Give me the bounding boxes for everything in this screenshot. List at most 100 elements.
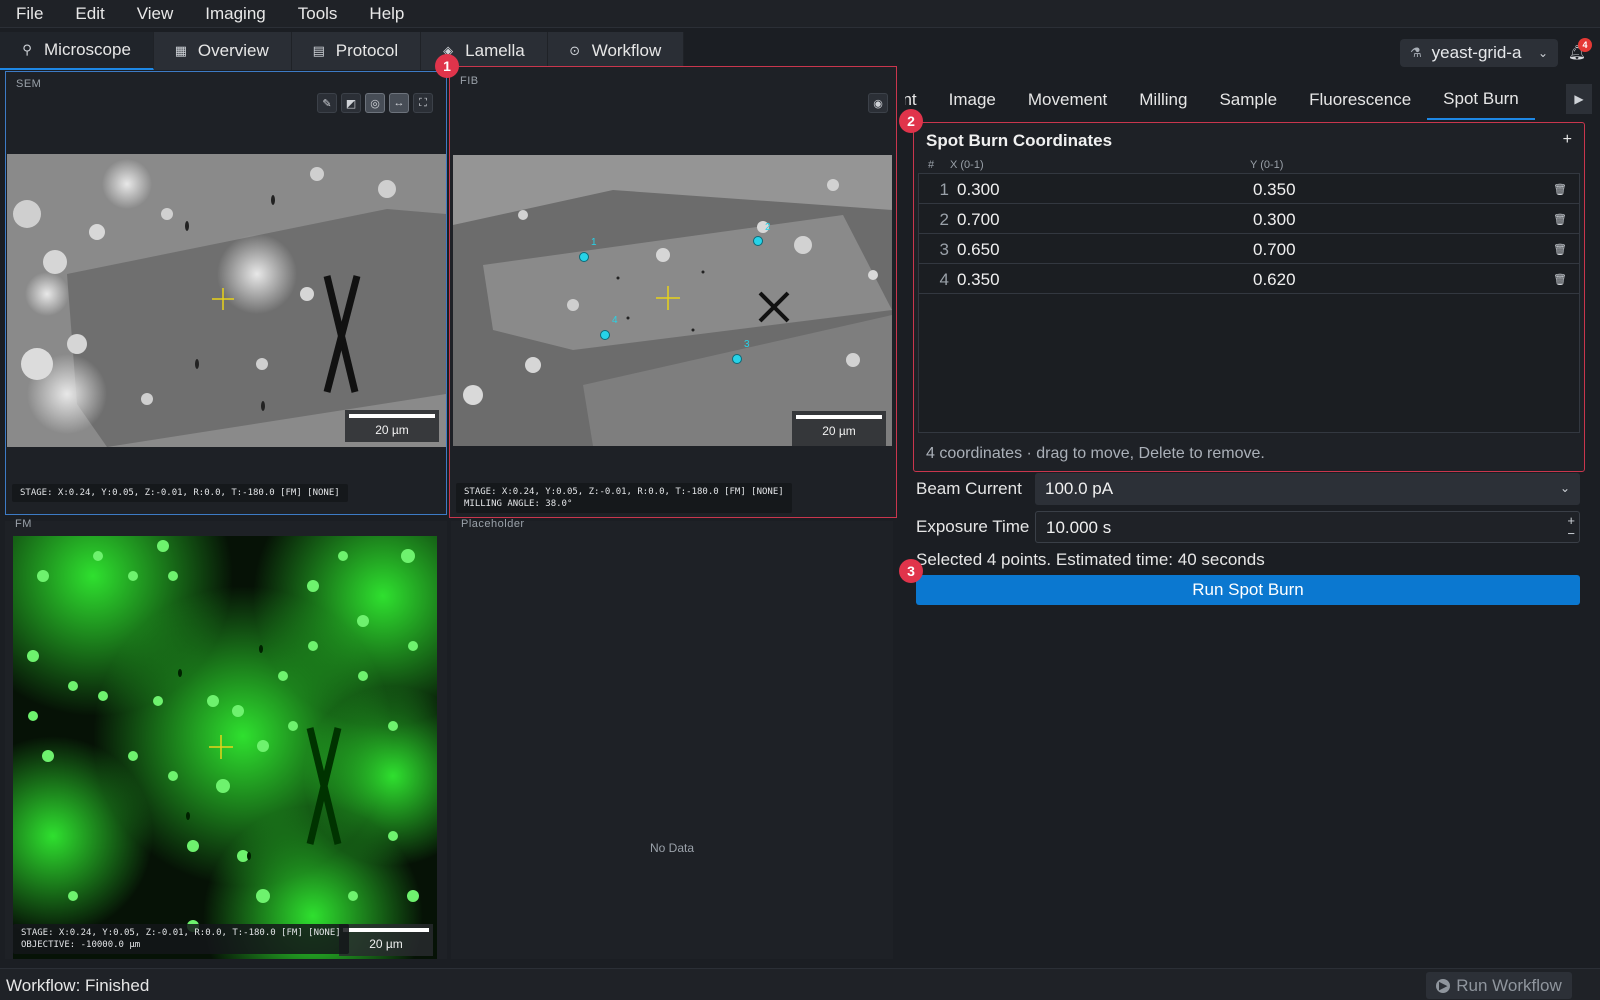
fit-view-icon[interactable]: ⛶ (413, 93, 433, 113)
column-header-x: X (0-1) (950, 159, 984, 171)
tab-sample[interactable]: Sample (1203, 80, 1293, 120)
trash-icon[interactable]: 🗑︎ (1553, 243, 1567, 256)
contrast-icon[interactable]: ◩ (341, 93, 361, 113)
pencil-icon[interactable]: ✎ (317, 93, 337, 113)
tab-fluorescence[interactable]: Fluorescence (1293, 80, 1427, 120)
fm-image[interactable]: 20 µm STAGE: X:0.24, Y:0.05, Z:-0.01, R:… (13, 536, 437, 959)
decrement-icon[interactable]: − (1567, 527, 1575, 540)
scale-bar-label: 20 µm (369, 937, 403, 951)
add-coordinate-button[interactable]: + (1563, 131, 1572, 149)
scale-bar-line (349, 414, 435, 418)
fib-viewer[interactable]: FIB ◉ 1 2 3 4 20 µm STAGE: X:0.24, Y:0.0… (449, 66, 897, 518)
sem-image[interactable]: 20 µm (7, 154, 446, 447)
fm-image-content (13, 536, 437, 959)
project-selector[interactable]: ⚗ yeast-grid-a ⌄ (1400, 39, 1558, 67)
y-value[interactable]: 0.350 (1253, 180, 1296, 200)
exposure-time-input[interactable]: 10.000 s + − (1035, 511, 1580, 543)
tab-overview[interactable]: ▦ Overview (153, 32, 292, 70)
y-value[interactable]: 0.620 (1253, 270, 1296, 290)
spot-point-2[interactable] (753, 236, 763, 246)
beam-current-select[interactable]: 100.0 pA ⌄ (1035, 473, 1580, 505)
run-workflow-button[interactable]: ▶ Run Workflow (1426, 972, 1572, 999)
sem-viewer[interactable]: SEM ✎ ◩ ◎ ↔ ⛶ 20 µm STAGE: X:0.24, Y:0.0… (5, 71, 447, 515)
table-row[interactable]: 1 0.300 0.350 🗑︎ (919, 174, 1579, 204)
sem-toolbar: ✎ ◩ ◎ ↔ ⛶ (317, 93, 433, 113)
coordinates-footer: 4 coordinates · drag to move, Delete to … (926, 445, 1265, 462)
menu-bar: File Edit View Imaging Tools Help (0, 0, 1600, 28)
table-row[interactable]: 4 0.350 0.620 🗑︎ (919, 264, 1579, 294)
menu-file[interactable]: File (0, 0, 59, 28)
spot-point-label: 4 (612, 315, 618, 326)
tab-spot-burn[interactable]: Spot Burn (1427, 80, 1535, 120)
menu-imaging[interactable]: Imaging (189, 0, 281, 28)
play-icon: ▶ (1436, 978, 1451, 993)
tab-microscope[interactable]: ⚲ Microscope (0, 32, 154, 70)
tab-image[interactable]: Image (933, 80, 1012, 120)
beam-current-label: Beam Current (916, 479, 1022, 498)
main-tab-bar: ⚲ Microscope ▦ Overview ▤ Protocol ◈ Lam… (0, 32, 685, 70)
tab-milling[interactable]: Milling (1123, 80, 1203, 120)
target-icon[interactable]: ◉ (868, 93, 888, 113)
run-workflow-label: Run Workflow (1456, 975, 1562, 995)
tab-movement[interactable]: Movement (1012, 80, 1123, 120)
x-value[interactable]: 0.650 (957, 240, 1000, 260)
tab-workflow[interactable]: ⊙ Workflow (547, 32, 685, 70)
stage-readout: STAGE: X:0.24, Y:0.05, Z:-0.01, R:0.0, T… (20, 488, 340, 498)
notification-button[interactable]: 🔔︎ 4 (1568, 38, 1592, 64)
estimate-text: Selected 4 points. Estimated time: 40 se… (916, 550, 1265, 569)
x-value[interactable]: 0.350 (957, 270, 1000, 290)
spot-point-label: 3 (744, 339, 750, 350)
fm-viewer[interactable]: FM 20 µm STAGE: X:0.24, Y:0.05, Z:-0.01,… (5, 518, 447, 959)
tab-protocol[interactable]: ▤ Protocol (291, 32, 422, 70)
run-spot-burn-button[interactable]: Run Spot Burn (916, 575, 1580, 605)
spot-point-4[interactable] (600, 330, 610, 340)
x-value[interactable]: 0.700 (957, 210, 1000, 230)
tab-scroll-right-icon[interactable]: ▶ (1566, 84, 1592, 114)
stage-readout: STAGE: X:0.24, Y:0.05, Z:-0.01, R:0.0, T… (464, 487, 784, 497)
tab-label: Protocol (335, 41, 399, 60)
measure-icon[interactable]: ↔ (389, 93, 409, 113)
workflow-status: Workflow: Finished (6, 976, 150, 995)
trash-icon[interactable]: 🗑︎ (1553, 213, 1567, 226)
trash-icon[interactable]: 🗑︎ (1553, 183, 1567, 196)
overview-icon: ▦ (174, 43, 188, 58)
menu-view[interactable]: View (121, 0, 190, 28)
y-value[interactable]: 0.300 (1253, 210, 1296, 230)
y-value[interactable]: 0.700 (1253, 240, 1296, 260)
crosshair-icon[interactable]: ◎ (365, 93, 385, 113)
table-row[interactable]: 3 0.650 0.700 🗑︎ (919, 234, 1579, 264)
fib-image[interactable]: 1 2 3 4 20 µm (453, 155, 892, 446)
table-row[interactable]: 2 0.700 0.300 🗑︎ (919, 204, 1579, 234)
placeholder-label: Placeholder (461, 518, 525, 530)
tab-label: Workflow (591, 41, 662, 60)
menu-help[interactable]: Help (353, 0, 420, 28)
app-window: File Edit View Imaging Tools Help ⚲ Micr… (0, 0, 1600, 1000)
annotation-marker-2: 2 (899, 109, 923, 133)
fm-scale-bar: 20 µm (339, 924, 433, 956)
menu-tools[interactable]: Tools (282, 0, 354, 28)
menu-edit[interactable]: Edit (59, 0, 120, 28)
sem-label: SEM (16, 78, 42, 90)
fm-stage-info: STAGE: X:0.24, Y:0.05, Z:-0.01, R:0.0, T… (13, 924, 349, 954)
x-value[interactable]: 0.300 (957, 180, 1000, 200)
fib-toolbar: ◉ (868, 93, 888, 113)
sem-scale-bar: 20 µm (345, 410, 439, 442)
scale-bar-line (343, 928, 429, 932)
scale-bar-line (796, 415, 882, 419)
microscope-icon: ⚲ (22, 42, 32, 57)
row-index: 1 (939, 180, 949, 199)
exposure-time-label: Exposure Time (916, 517, 1030, 536)
workflow-icon: ⊙ (569, 43, 581, 58)
chevron-down-icon: ⌄ (1537, 46, 1548, 60)
tab-label: Overview (197, 41, 269, 60)
project-name: yeast-grid-a (1431, 43, 1522, 62)
fib-stage-info: STAGE: X:0.24, Y:0.05, Z:-0.01, R:0.0, T… (456, 483, 792, 513)
spot-point-1[interactable] (579, 252, 589, 262)
spot-point-3[interactable] (732, 354, 742, 364)
trash-icon[interactable]: 🗑︎ (1553, 273, 1567, 286)
tab-label: Microscope (44, 40, 131, 59)
scale-bar-label: 20 µm (822, 424, 856, 438)
column-header-y: Y (0-1) (1250, 159, 1284, 171)
coordinates-table: 1 0.300 0.350 🗑︎ 2 0.700 0.300 🗑︎ 3 0.65… (918, 173, 1580, 433)
sem-image-content (7, 154, 446, 447)
